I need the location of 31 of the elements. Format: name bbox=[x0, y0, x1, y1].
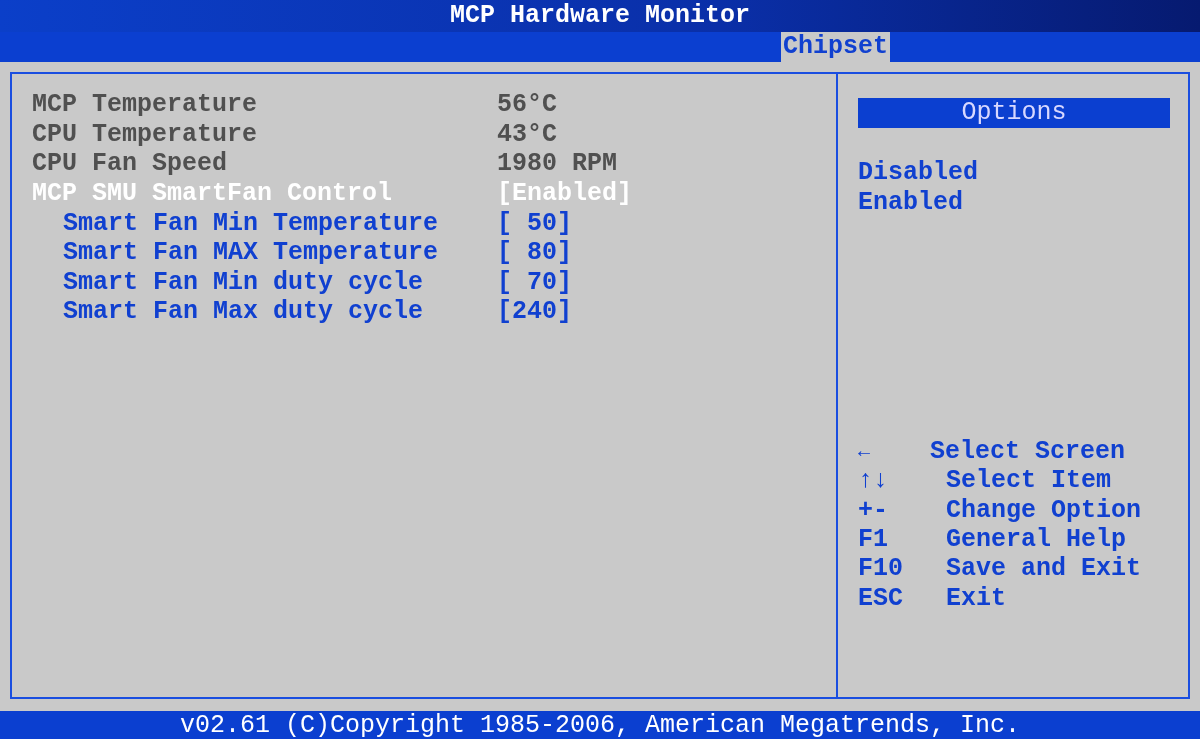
options-header: Options bbox=[858, 98, 1170, 128]
copyright-text: v02.61 (C)Copyright 1985-2006, American Megatrends, Inc. bbox=[179, 710, 1021, 739]
key-label: F10 bbox=[858, 554, 904, 584]
setting-label[interactable]: Smart Fan Min duty cycle bbox=[63, 267, 497, 297]
setting-value[interactable]: [ 70] bbox=[497, 267, 572, 297]
key-label: ↑↓ bbox=[858, 466, 889, 496]
setting-value: 56°C bbox=[497, 90, 557, 120]
window-title: MCP Hardware Monitor bbox=[449, 1, 751, 31]
key-action: General Help bbox=[946, 525, 1127, 554]
key-label: F1 bbox=[858, 525, 889, 554]
setting-value[interactable]: [ 50] bbox=[497, 208, 572, 238]
setting-value[interactable]: [240] bbox=[497, 297, 572, 327]
setting-value[interactable]: [ 80] bbox=[497, 238, 572, 268]
setting-label[interactable]: Smart Fan MAX Temperature bbox=[63, 238, 497, 268]
key-action: Change Option bbox=[946, 495, 1142, 525]
setting-label: CPU Fan Speed bbox=[32, 149, 229, 179]
setting-value: 1980 RPM bbox=[497, 149, 618, 179]
key-action: Select Screen bbox=[930, 436, 1126, 466]
key-action: Select Item bbox=[946, 466, 1112, 496]
key-action: Save and Exit bbox=[946, 554, 1142, 584]
key-label: ESC bbox=[858, 583, 904, 613]
tab[interactable]: Chipset bbox=[781, 32, 891, 62]
setting-label: MCP Temperature bbox=[32, 90, 259, 120]
setting-value: 43°C bbox=[497, 119, 557, 149]
option-item[interactable]: Enabled bbox=[858, 187, 1170, 218]
setting-label: CPU Temperature bbox=[32, 119, 259, 149]
key-action: Exit bbox=[946, 583, 1006, 613]
key-label: +- bbox=[858, 495, 889, 525]
option-item[interactable]: Disabled bbox=[858, 158, 1170, 188]
setting-label[interactable]: Smart Fan Min Temperature bbox=[63, 208, 497, 238]
setting-label[interactable]: Smart Fan Max duty cycle bbox=[63, 297, 497, 327]
